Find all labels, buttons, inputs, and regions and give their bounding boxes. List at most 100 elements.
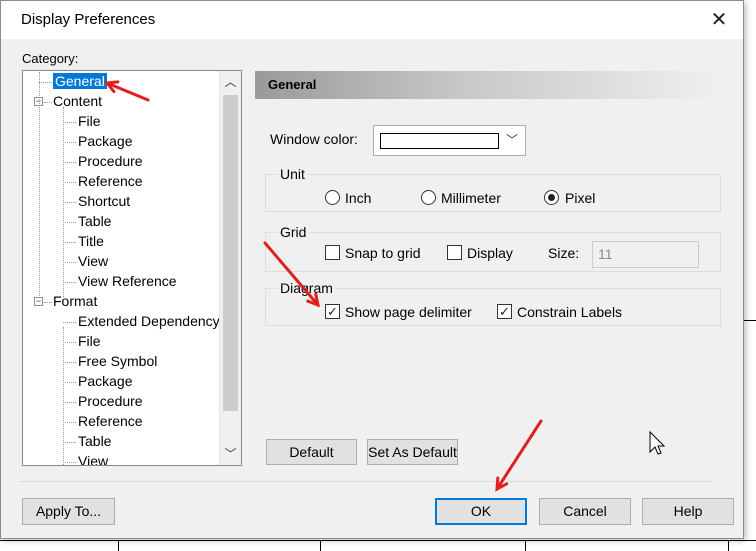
- tree-item[interactable]: Title: [78, 232, 104, 251]
- tree-scrollbar[interactable]: ︿ ﹀: [219, 71, 241, 465]
- tree-connector: [63, 402, 76, 403]
- scroll-up-icon[interactable]: ︿: [220, 71, 241, 93]
- cancel-button[interactable]: Cancel: [539, 498, 631, 525]
- tree-connector: [63, 142, 76, 143]
- tree-connector: [63, 422, 76, 423]
- display-preferences-dialog: Display Preferences ✕ Category: General C…: [0, 0, 744, 539]
- tree-item-label: File: [78, 113, 101, 129]
- tree-item-label: Title: [78, 233, 104, 249]
- display-checkbox[interactable]: [447, 245, 462, 260]
- category-label: Category:: [22, 51, 79, 66]
- tree-item-label: Reference: [78, 413, 143, 429]
- tree-item-label: Procedure: [78, 153, 143, 169]
- background-line: [320, 540, 321, 551]
- millimeter-radio[interactable]: [421, 190, 436, 205]
- size-input[interactable]: 11: [592, 241, 699, 268]
- tree-connector: [63, 162, 76, 163]
- show-page-delimiter-checkbox[interactable]: ✓: [325, 304, 340, 319]
- tree-item[interactable]: General: [53, 72, 107, 91]
- apply-to-button[interactable]: Apply To...: [22, 498, 115, 525]
- tree-item[interactable]: Free Symbol: [78, 352, 157, 371]
- window-color-select[interactable]: ﹀: [373, 125, 526, 156]
- tree-item-label: File: [78, 333, 101, 349]
- window-color-label: Window color:: [270, 131, 358, 147]
- inch-radio[interactable]: [325, 190, 340, 205]
- scroll-thumb[interactable]: [223, 95, 238, 411]
- tree-connector: [63, 242, 76, 243]
- tree-item-label: General: [53, 73, 107, 89]
- tree-item[interactable]: Reference: [78, 172, 143, 191]
- panel-header: General: [255, 71, 722, 99]
- tree-connector: [63, 262, 76, 263]
- tree-item-label: Procedure: [78, 393, 143, 409]
- tree-connector: [63, 462, 76, 463]
- tree-item[interactable]: Reference: [78, 412, 143, 431]
- tree-item-label: Table: [78, 433, 112, 449]
- tree-connector: [63, 107, 64, 297]
- background-line: [0, 540, 756, 541]
- tree-item-label: Free Symbol: [78, 353, 158, 369]
- tree-item[interactable]: Shortcut: [78, 192, 130, 211]
- tree-item-label: Format: [53, 293, 98, 309]
- collapse-icon[interactable]: −: [34, 297, 43, 306]
- snap-to-grid-label[interactable]: Snap to grid: [345, 245, 421, 261]
- ok-button[interactable]: OK: [435, 498, 527, 525]
- tree-item[interactable]: File: [78, 332, 101, 351]
- background-line: [118, 540, 119, 551]
- footer-separator: [19, 481, 712, 482]
- tree-item-label: Extended Dependency: [78, 313, 220, 329]
- tree-item-label: View: [78, 253, 109, 269]
- tree-item[interactable]: Procedure: [78, 152, 143, 171]
- tree-item-label: Table: [78, 213, 112, 229]
- tree-connector: [63, 442, 76, 443]
- close-icon[interactable]: ✕: [709, 9, 729, 31]
- tree-item-label: Package: [78, 133, 133, 149]
- tree-item[interactable]: View: [78, 452, 108, 465]
- tree-item-label: Reference: [78, 173, 143, 189]
- dialog-title: Display Preferences: [21, 11, 156, 28]
- default-button[interactable]: Default: [266, 439, 357, 465]
- help-button[interactable]: Help: [642, 498, 734, 525]
- pixel-label[interactable]: Pixel: [565, 190, 595, 206]
- tree-item[interactable]: File: [78, 112, 101, 131]
- tree-connector: [63, 122, 76, 123]
- tree-item-label: View Reference: [78, 273, 177, 289]
- tree-item[interactable]: Extended Dependency: [78, 312, 220, 331]
- chevron-down-icon[interactable]: ﹀: [505, 131, 519, 149]
- constrain-labels-label[interactable]: Constrain Labels: [517, 304, 622, 320]
- tree-connector: [63, 322, 76, 323]
- tree-connector: [63, 282, 76, 283]
- tree-item[interactable]: View: [78, 252, 108, 271]
- tree-item[interactable]: Package: [78, 132, 132, 151]
- tree-item[interactable]: Procedure: [78, 392, 143, 411]
- tree-items: General Content − File Package Procedure Refer…: [23, 71, 220, 465]
- constrain-labels-checkbox[interactable]: ✓: [497, 304, 512, 319]
- scroll-down-icon[interactable]: ﹀: [220, 443, 241, 465]
- background-line: [744, 320, 756, 321]
- show-page-delimiter-label[interactable]: Show page delimiter: [345, 304, 472, 320]
- tree-item[interactable]: Format: [53, 292, 97, 311]
- tree-item-label: Content: [53, 93, 103, 109]
- title-bar: Display Preferences ✕: [1, 1, 743, 39]
- set-as-default-button[interactable]: Set As Default: [367, 439, 458, 465]
- tree-item-label: Shortcut: [78, 193, 131, 209]
- category-tree[interactable]: General Content − File Package Procedure Refer…: [22, 70, 242, 466]
- tree-item[interactable]: Package: [78, 372, 132, 391]
- tree-connector: [63, 182, 76, 183]
- tree-item[interactable]: View Reference: [78, 272, 177, 291]
- tree-item[interactable]: Table: [78, 432, 111, 451]
- color-swatch: [380, 133, 499, 149]
- pixel-radio[interactable]: [544, 190, 559, 205]
- millimeter-label[interactable]: Millimeter: [441, 190, 501, 206]
- unit-group-title: Unit: [278, 166, 307, 182]
- background-line: [525, 540, 526, 551]
- display-label[interactable]: Display: [467, 245, 513, 261]
- inch-label[interactable]: Inch: [345, 190, 371, 206]
- tree-item[interactable]: Table: [78, 212, 111, 231]
- tree-item[interactable]: Content: [53, 92, 102, 111]
- tree-connector: [39, 82, 52, 83]
- tree-item-label: Package: [78, 373, 133, 389]
- tree-connector: [44, 302, 52, 303]
- tree-connector: [39, 72, 40, 298]
- snap-to-grid-checkbox[interactable]: [325, 245, 340, 260]
